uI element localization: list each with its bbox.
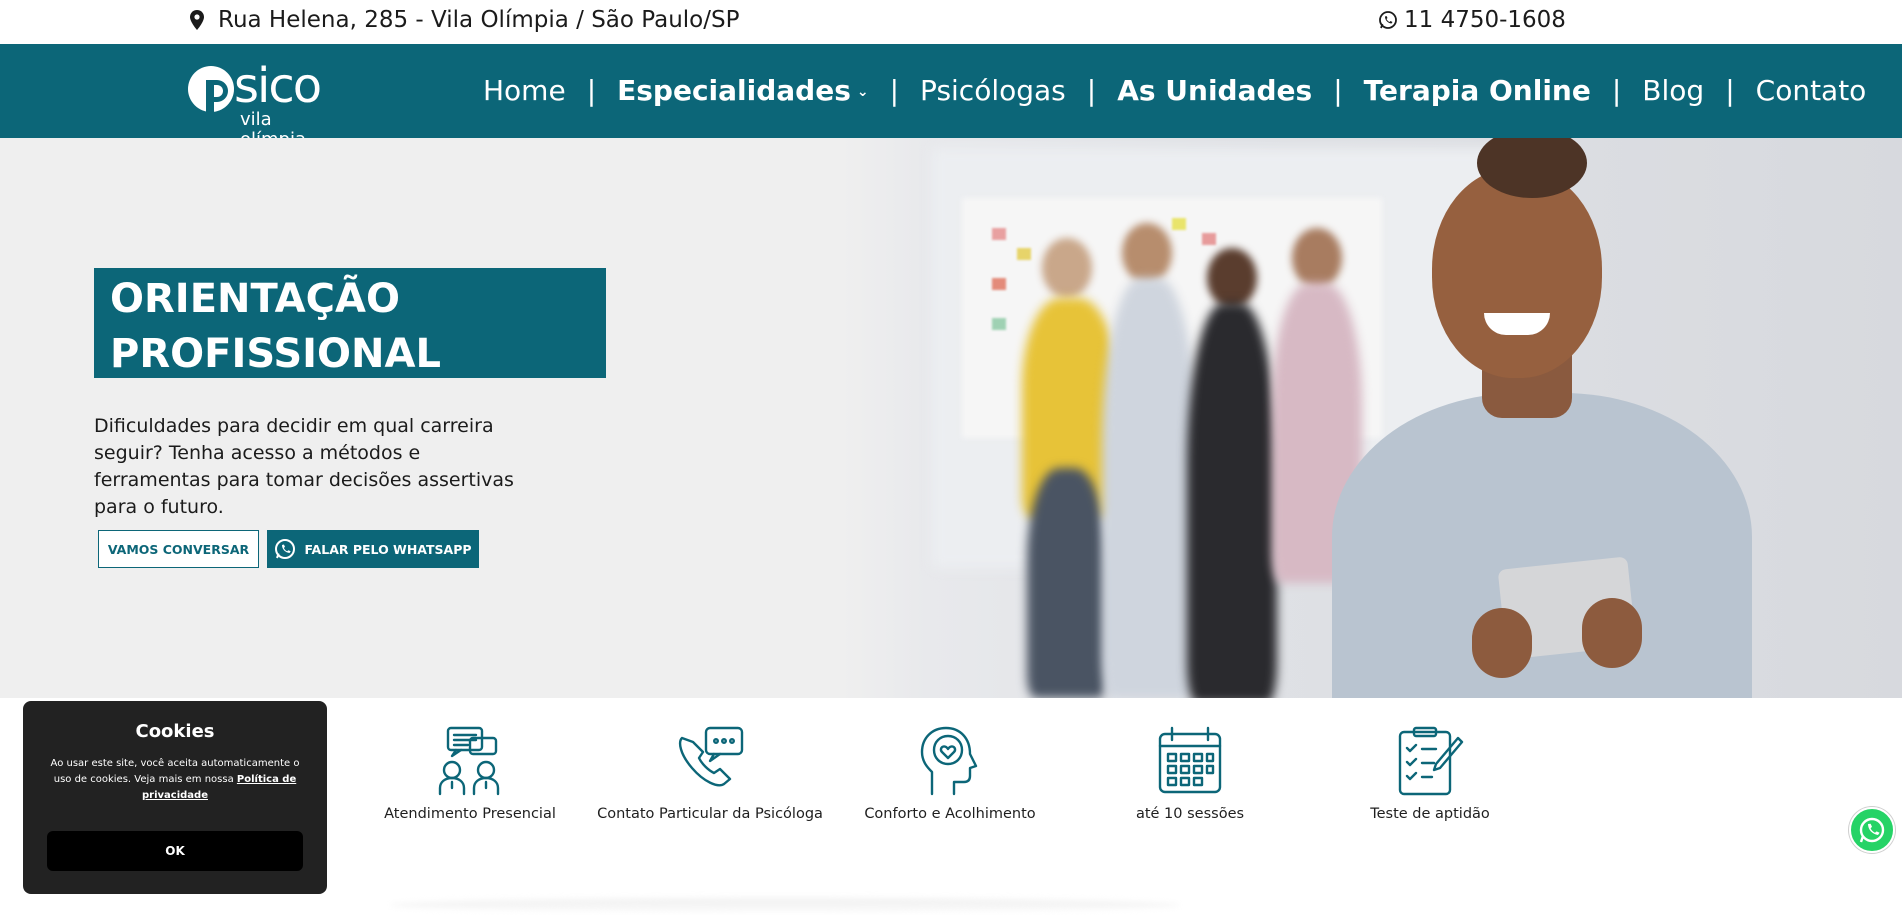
feature-item: Conforto e Acolhimento [830, 724, 1070, 822]
checklist-icon [1398, 726, 1464, 796]
feature-item: Contato Particular da Psicóloga [590, 724, 830, 822]
cookie-ok-button[interactable]: OK [47, 831, 303, 871]
hero-section: ORIENTAÇÃO PROFISSIONAL Dificuldades par… [0, 138, 1902, 698]
main-navbar: sico vila olímpia Home | Especialidades⌄… [0, 44, 1902, 150]
nav-separator: | [1611, 73, 1622, 107]
hero-title: ORIENTAÇÃO PROFISSIONAL [94, 268, 606, 378]
floating-whatsapp-button[interactable] [1849, 807, 1895, 853]
nav-separator: | [1333, 73, 1343, 107]
feature-item: Atendimento Presencial [350, 724, 590, 822]
feature-label: Teste de aptidão [1370, 806, 1490, 822]
nav-contato[interactable]: Contato [1756, 74, 1867, 107]
nav-terapia-online[interactable]: Terapia Online [1364, 74, 1591, 107]
nav-menu: Home | Especialidades ⌄ | Psicólogas | As… [483, 70, 1866, 110]
phone-chat-icon [678, 726, 744, 787]
nav-separator: | [889, 73, 900, 107]
whatsapp-icon [1379, 11, 1397, 29]
feature-label: Contato Particular da Psicóloga [597, 806, 823, 822]
nav-separator: | [1725, 73, 1735, 107]
feature-label: Conforto e Acolhimento [864, 806, 1036, 822]
map-pin-icon [190, 10, 204, 30]
nav-psicologas[interactable]: Psicólogas [920, 74, 1066, 107]
whatsapp-button[interactable]: FALAR PELO WHATSAPP [267, 530, 479, 568]
people-chat-icon [438, 726, 500, 796]
nav-especialidades[interactable]: Especialidades ⌄ [617, 74, 868, 107]
address-info: Rua Helena, 285 - Vila Olímpia / São Pau… [190, 7, 739, 33]
top-bar: Rua Helena, 285 - Vila Olímpia / São Pau… [0, 0, 1902, 44]
phone-number: 11 4750-1608 [1404, 7, 1566, 33]
hero-description: Dificuldades para decidir em qual carrei… [94, 415, 514, 518]
nav-separator: | [1086, 73, 1097, 107]
address-text: Rua Helena, 285 - Vila Olímpia / São Pau… [218, 7, 740, 33]
logo-word: sico [234, 58, 322, 114]
feature-label: Atendimento Presencial [384, 806, 556, 822]
hero-title-line1: ORIENTAÇÃO [110, 276, 400, 322]
vamos-conversar-button[interactable]: VAMOS CONVERSAR [98, 530, 259, 568]
whatsapp-icon [1859, 817, 1885, 843]
nav-separator: | [586, 73, 597, 107]
nav-blog[interactable]: Blog [1642, 74, 1704, 107]
feature-item: Teste de aptidão [1310, 724, 1550, 822]
nav-as-unidades[interactable]: As Unidades [1117, 74, 1312, 107]
site-logo[interactable]: sico vila olímpia [188, 58, 338, 150]
hero-title-line2: PROFISSIONAL [110, 331, 441, 377]
feature-label: até 10 sessões [1135, 806, 1245, 822]
chevron-down-icon: ⌄ [856, 83, 869, 100]
feature-item: até 10 sessões [1070, 724, 1310, 822]
head-heart-icon [920, 726, 978, 796]
whatsapp-icon [275, 539, 296, 559]
hero-photo [842, 138, 1902, 698]
cookie-banner: Cookies Ao usar este site, você aceita a… [23, 701, 327, 894]
nav-home[interactable]: Home [483, 74, 566, 107]
cookie-title: Cookies [135, 721, 215, 742]
calendar-icon [1158, 726, 1222, 794]
phone-info[interactable]: 11 4750-1608 [1378, 7, 1566, 33]
whatsapp-button-label: FALAR PELO WHATSAPP [304, 541, 472, 557]
cookie-text: Ao usar este site, você aceita automatic… [50, 758, 300, 801]
